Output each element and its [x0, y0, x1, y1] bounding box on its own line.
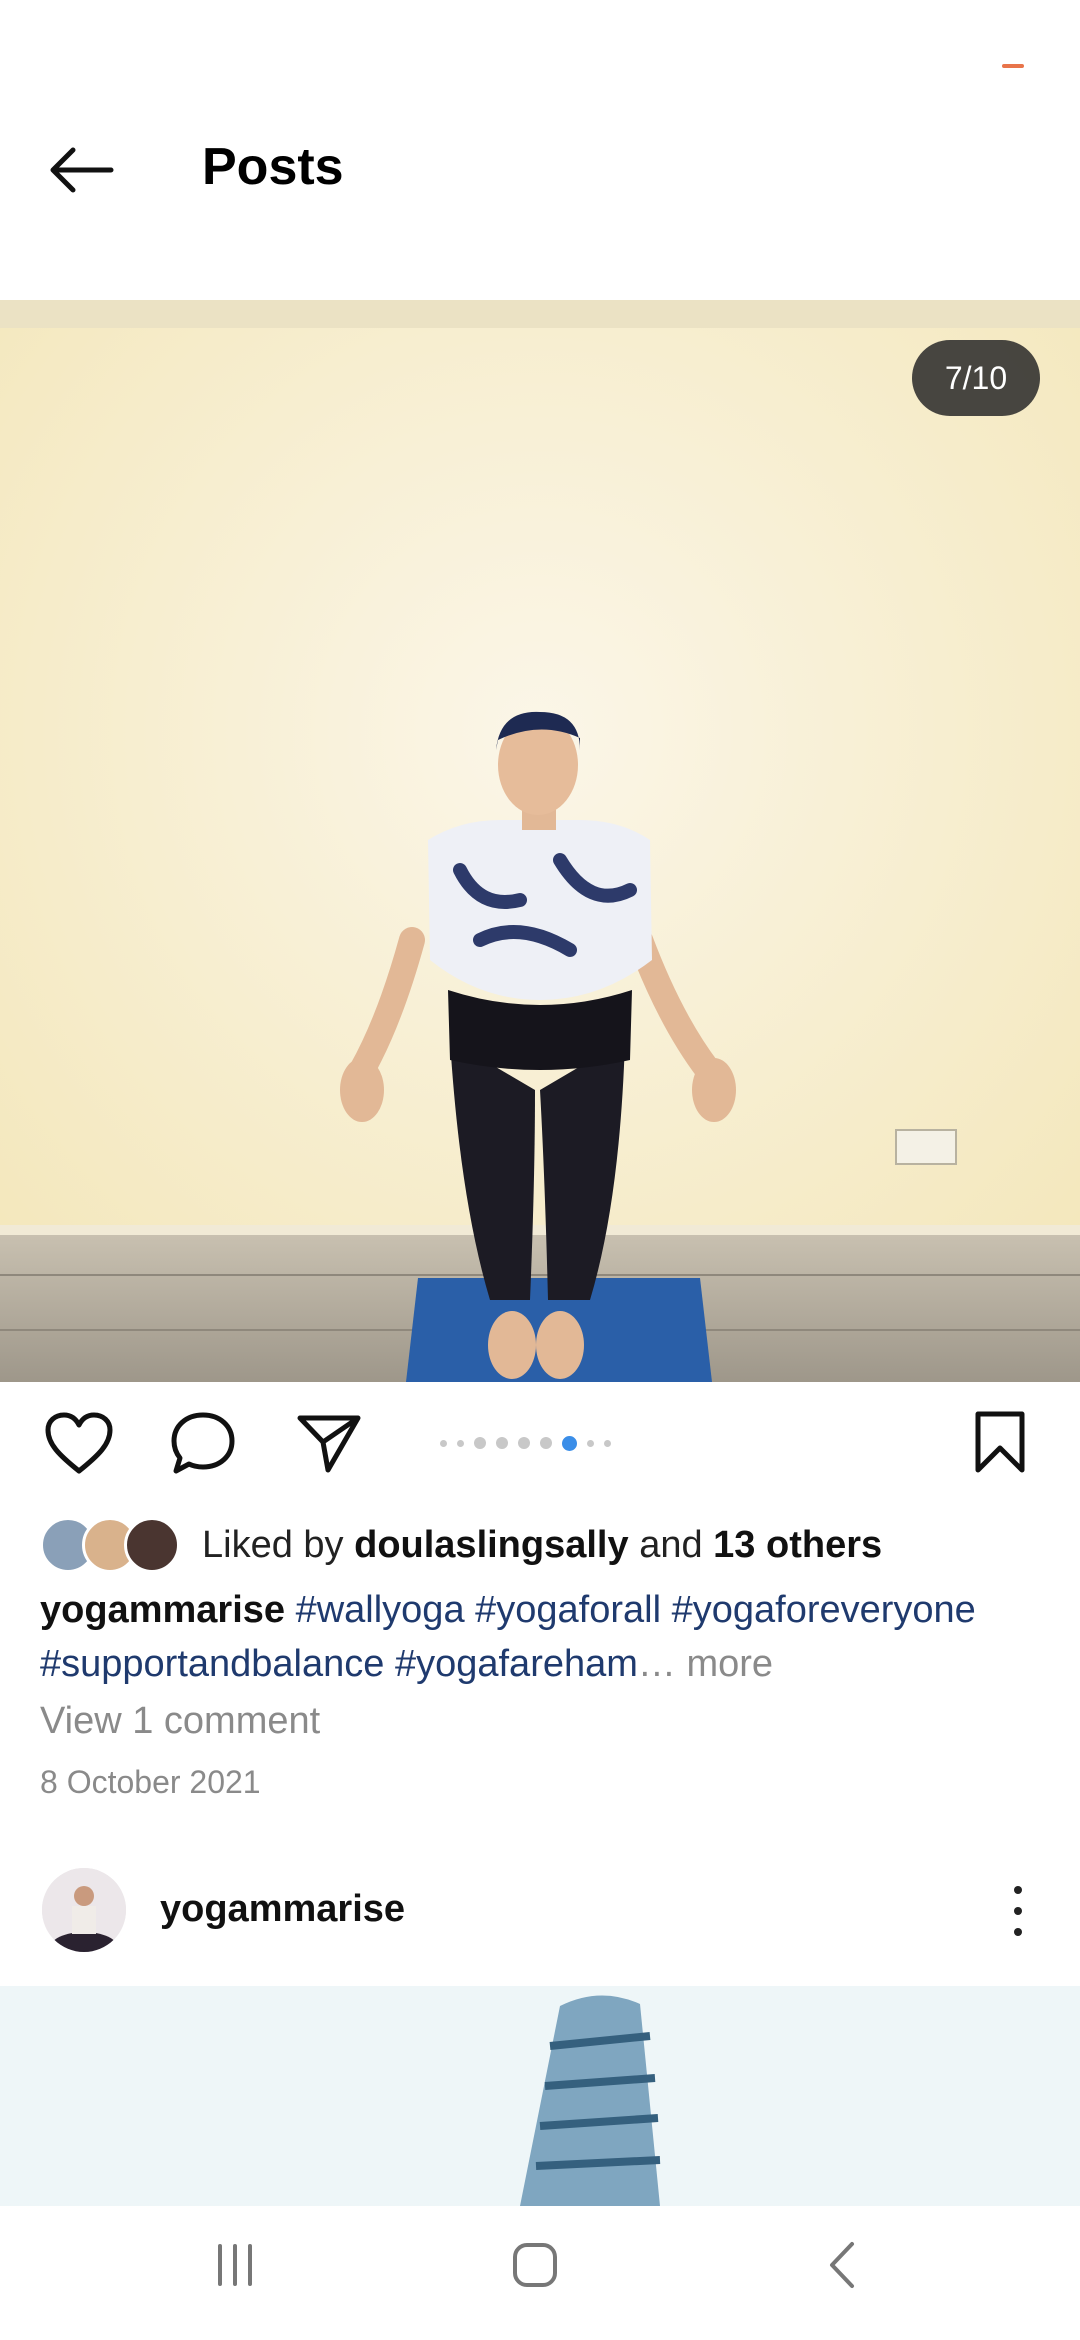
post-date: 8 October 2021: [40, 1764, 261, 1800]
likes-text: Liked by doulaslingsally and 13 others: [202, 1524, 882, 1567]
like-button[interactable]: [36, 1405, 122, 1481]
kebab-icon: [1014, 1907, 1022, 1915]
carousel-counter: 7/10: [912, 340, 1040, 416]
comment-icon: [171, 1412, 235, 1474]
caption-ellipsis: …: [637, 1643, 676, 1685]
carousel-indicator: [440, 1435, 611, 1451]
page-title: Posts: [202, 138, 344, 196]
likes-summary[interactable]: Liked by doulaslingsally and 13 others: [40, 1510, 882, 1580]
next-post-image[interactable]: [0, 1986, 1080, 2206]
carousel-dot: [457, 1439, 464, 1447]
carousel-dot-active: [562, 1435, 577, 1451]
hashtag[interactable]: #yogafareham: [395, 1643, 638, 1685]
carousel-dot: [604, 1439, 611, 1447]
recent-apps-button[interactable]: [200, 2230, 270, 2300]
send-icon: [297, 1415, 361, 1473]
next-post-username[interactable]: yogammarise: [160, 1888, 405, 1931]
kebab-icon: [1014, 1928, 1022, 1936]
hashtag[interactable]: #wallyoga: [296, 1589, 465, 1631]
next-photo-preview: [0, 1986, 1080, 2206]
bookmark-icon: [975, 1411, 1025, 1473]
arrow-left-icon: [50, 147, 114, 193]
liker-avatar: [124, 1517, 180, 1573]
post-caption: yogammarise #wallyoga #yogaforall #yogaf…: [40, 1583, 1050, 1691]
hashtag[interactable]: #yogaforeveryone: [672, 1589, 976, 1631]
previous-post-header: [0, 240, 1080, 300]
carousel-dot: [496, 1437, 508, 1449]
yoga-photo: [0, 300, 1080, 1382]
share-button[interactable]: [286, 1405, 372, 1481]
caption-more-link[interactable]: more: [686, 1643, 773, 1685]
carousel-dot: [518, 1437, 530, 1449]
recent-apps-icon: [218, 2244, 252, 2286]
avatar-image: [42, 1868, 126, 1952]
chevron-left-icon: [830, 2242, 854, 2288]
hashtag[interactable]: #yogaforall: [475, 1589, 661, 1631]
more-options-button[interactable]: [1000, 1886, 1036, 1936]
comment-button[interactable]: [160, 1405, 246, 1481]
likes-prefix: Liked by: [202, 1523, 344, 1566]
save-button[interactable]: [960, 1402, 1040, 1482]
system-nav-bar: [0, 2206, 1080, 2340]
carousel-dot: [587, 1439, 594, 1447]
status-bar: [0, 0, 1080, 120]
kebab-icon: [1014, 1886, 1022, 1894]
heart-icon: [45, 1412, 113, 1474]
likes-others[interactable]: 13 others: [713, 1524, 882, 1566]
status-indicator: [1002, 64, 1024, 68]
post-image[interactable]: [0, 300, 1080, 1382]
next-post-avatar[interactable]: [42, 1868, 126, 1952]
carousel-dot: [474, 1437, 486, 1449]
home-icon: [513, 2243, 557, 2287]
home-button[interactable]: [500, 2230, 570, 2300]
carousel-dot: [540, 1437, 552, 1449]
back-button[interactable]: [30, 140, 130, 200]
hashtag[interactable]: #supportandbalance: [40, 1643, 384, 1685]
carousel-dot: [440, 1439, 447, 1447]
app-header: [0, 120, 1080, 240]
caption-username[interactable]: yogammarise: [40, 1589, 285, 1631]
likes-connector: and: [639, 1523, 703, 1566]
view-comments-link[interactable]: View 1 comment: [40, 1700, 320, 1743]
liker-username[interactable]: doulaslingsally: [354, 1524, 629, 1566]
system-back-button[interactable]: [806, 2230, 876, 2300]
